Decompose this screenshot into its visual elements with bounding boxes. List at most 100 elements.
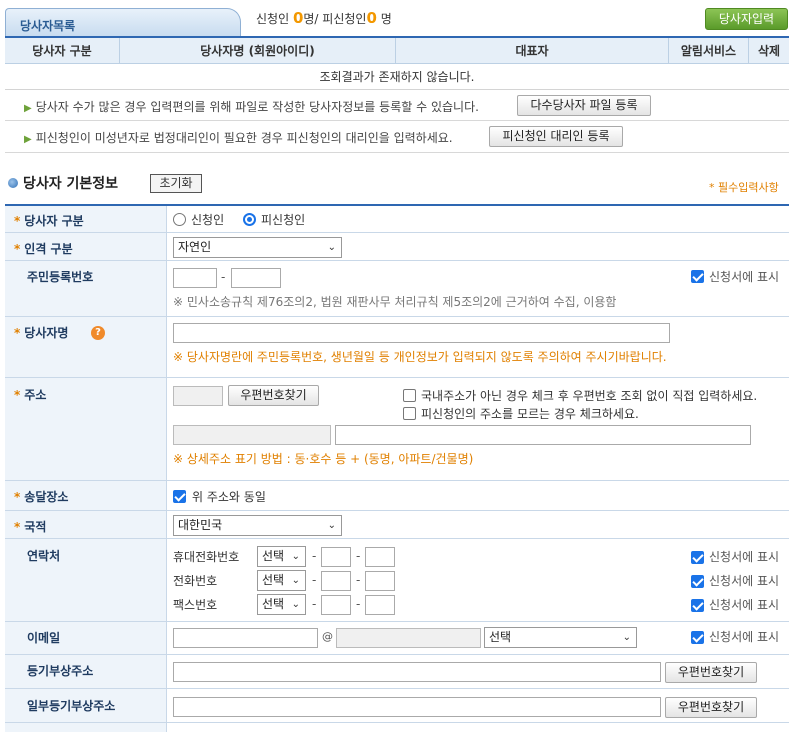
dash: - [312, 597, 317, 611]
fax-prefix-select[interactable]: 선택 ⌄ [257, 594, 306, 615]
phone-show-checkbox[interactable] [691, 575, 704, 588]
party-list-tab-label: 당사자목록 [20, 19, 76, 33]
person-type-label: * 인격 구분 [14, 242, 73, 256]
chevron-down-icon: ⌄ [291, 599, 300, 610]
phone-last-input[interactable] [365, 571, 395, 591]
respondent-label: 명/ 피신청인 [303, 12, 367, 26]
proxy-register-button[interactable]: 피신청인 대리인 등록 [489, 126, 623, 147]
contact-label: 연락처 [27, 549, 61, 563]
applicant-count: 0 [292, 9, 304, 27]
email-show-checkbox[interactable] [691, 631, 704, 644]
nationality-label: * 국적 [14, 520, 47, 534]
nationality-select[interactable]: 대한민국 ⌄ [173, 515, 342, 536]
list-empty-message: 조회결과가 존재하지 않습니다. [5, 64, 789, 90]
row-divider [5, 621, 789, 622]
bulk-notice-text: 당사자 수가 많은 경우 입력편의를 위해 파일로 작성한 당사자정보를 등록할… [35, 100, 479, 114]
section-title-text: 당사자 기본정보 [23, 176, 119, 192]
phone-prefix-select[interactable]: 선택 ⌄ [257, 570, 306, 591]
resident-no-back-input[interactable] [231, 268, 281, 288]
delivery-same-label: 위 주소와 동일 [192, 490, 266, 504]
party-type-label: * 당사자 구분 [14, 214, 84, 228]
detail-address-input[interactable] [335, 425, 751, 445]
address-label: * 주소 [14, 388, 47, 402]
mobile-prefix-select[interactable]: 선택 ⌄ [257, 546, 306, 567]
bullet-icon [8, 178, 18, 188]
row-divider [5, 538, 789, 539]
dash: - [221, 270, 226, 284]
fax-label: 팩스번호 [173, 598, 218, 612]
party-name-label: * 당사자명 [14, 326, 69, 340]
reg-address-input[interactable] [173, 662, 661, 682]
party-name-input[interactable] [173, 323, 670, 343]
unknown-address-checkbox[interactable] [403, 407, 416, 420]
reg-address-zip-button[interactable]: 우편번호찾기 [665, 662, 757, 683]
partial-reg-address-input[interactable] [173, 697, 661, 717]
email-id-input[interactable] [173, 628, 318, 648]
bulk-notice: ▶ 당사자 수가 많은 경우 입력편의를 위해 파일로 작성한 당사자정보를 등록… [24, 98, 479, 115]
delivery-same-checkbox[interactable] [173, 490, 186, 503]
email-label: 이메일 [27, 631, 61, 645]
nationality-value: 대한민국 [178, 518, 223, 532]
row-divider [5, 688, 789, 689]
resident-no-front-input[interactable] [173, 268, 217, 288]
dash: - [356, 597, 361, 611]
help-icon[interactable]: ? [91, 326, 105, 340]
person-type-value: 자연인 [178, 240, 212, 254]
mobile-show-checkbox[interactable] [691, 551, 704, 564]
resident-show-label: 신청서에 표시 [709, 270, 780, 284]
divider [5, 152, 789, 153]
dash: - [356, 549, 361, 563]
delivery-label: * 송달장소 [14, 490, 69, 504]
respondent-count: 0 [366, 9, 377, 27]
row-divider [5, 722, 789, 723]
proxy-notice-text: 피신청인이 미성년자로 법정대리인이 필요한 경우 피신청인의 대리인을 입력하… [35, 131, 453, 145]
col-party-name: 당사자명 (회원아이디) [120, 38, 396, 64]
row-divider [5, 510, 789, 511]
fax-mid-input[interactable] [321, 595, 351, 615]
count-unit: 명 [380, 12, 392, 26]
proxy-notice: ▶ 피신청인이 미성년자로 법정대리인이 필요한 경우 피신청인의 대리인을 입력… [24, 129, 453, 146]
applicant-label: 신청인 [256, 12, 290, 26]
mobile-mid-input[interactable] [321, 547, 351, 567]
row-divider [5, 232, 789, 233]
chevron-down-icon: ⌄ [291, 551, 300, 562]
partial-reg-address-zip-button[interactable]: 우편번호찾기 [665, 697, 757, 718]
arrow-icon: ▶ [24, 134, 32, 145]
resident-no-hint: ※ 민사소송규칙 제76조의2, 법원 재판사무 처리규칙 제5조의2에 근거하… [173, 295, 617, 309]
party-name-warning: ※ 당사자명란에 주민등록번호, 생년월일 등 개인정보가 입력되지 않도록 주… [173, 350, 667, 364]
chevron-down-icon: ⌄ [327, 242, 336, 253]
phone-mid-input[interactable] [321, 571, 351, 591]
divider [5, 120, 789, 121]
person-type-select[interactable]: 자연인 ⌄ [173, 237, 342, 258]
chevron-down-icon: ⌄ [622, 632, 631, 643]
chevron-down-icon: ⌄ [291, 575, 300, 586]
bulk-upload-button[interactable]: 다수당사자 파일 등록 [517, 95, 651, 116]
col-delete: 삭제 [757, 44, 781, 58]
row-divider [5, 316, 789, 317]
foreign-address-checkbox[interactable] [403, 389, 416, 402]
base-address-input[interactable] [173, 425, 331, 445]
reset-button[interactable]: 초기화 [150, 174, 202, 193]
add-party-button[interactable]: 당사자입력 [705, 8, 788, 30]
email-domain-select[interactable]: 선택 ⌄ [484, 627, 637, 648]
zipcode-input[interactable] [173, 386, 223, 406]
chevron-down-icon: ⌄ [327, 520, 336, 531]
party-list-tab[interactable]: 당사자목록 [5, 8, 241, 36]
radio-applicant-label: 신청인 [191, 213, 225, 227]
row-divider [5, 480, 789, 481]
mobile-last-input[interactable] [365, 547, 395, 567]
mobile-label: 휴대전화번호 [173, 550, 240, 564]
row-divider [5, 377, 789, 378]
email-domain-input[interactable] [336, 628, 481, 648]
address-zip-search-button[interactable]: 우편번호찾기 [228, 385, 319, 406]
fax-last-input[interactable] [365, 595, 395, 615]
unknown-address-label: 피신청인의 주소를 모르는 경우 체크하세요. [421, 407, 639, 421]
dash: - [312, 549, 317, 563]
radio-respondent[interactable] [243, 213, 256, 226]
section-title: 당사자 기본정보 [8, 173, 118, 193]
party-count-status: 신청인 0명/ 피신청인0 명 [256, 9, 392, 27]
fax-show-checkbox[interactable] [691, 599, 704, 612]
radio-applicant[interactable] [173, 213, 186, 226]
resident-show-checkbox[interactable] [691, 270, 704, 283]
at-sign: @ [322, 630, 333, 643]
